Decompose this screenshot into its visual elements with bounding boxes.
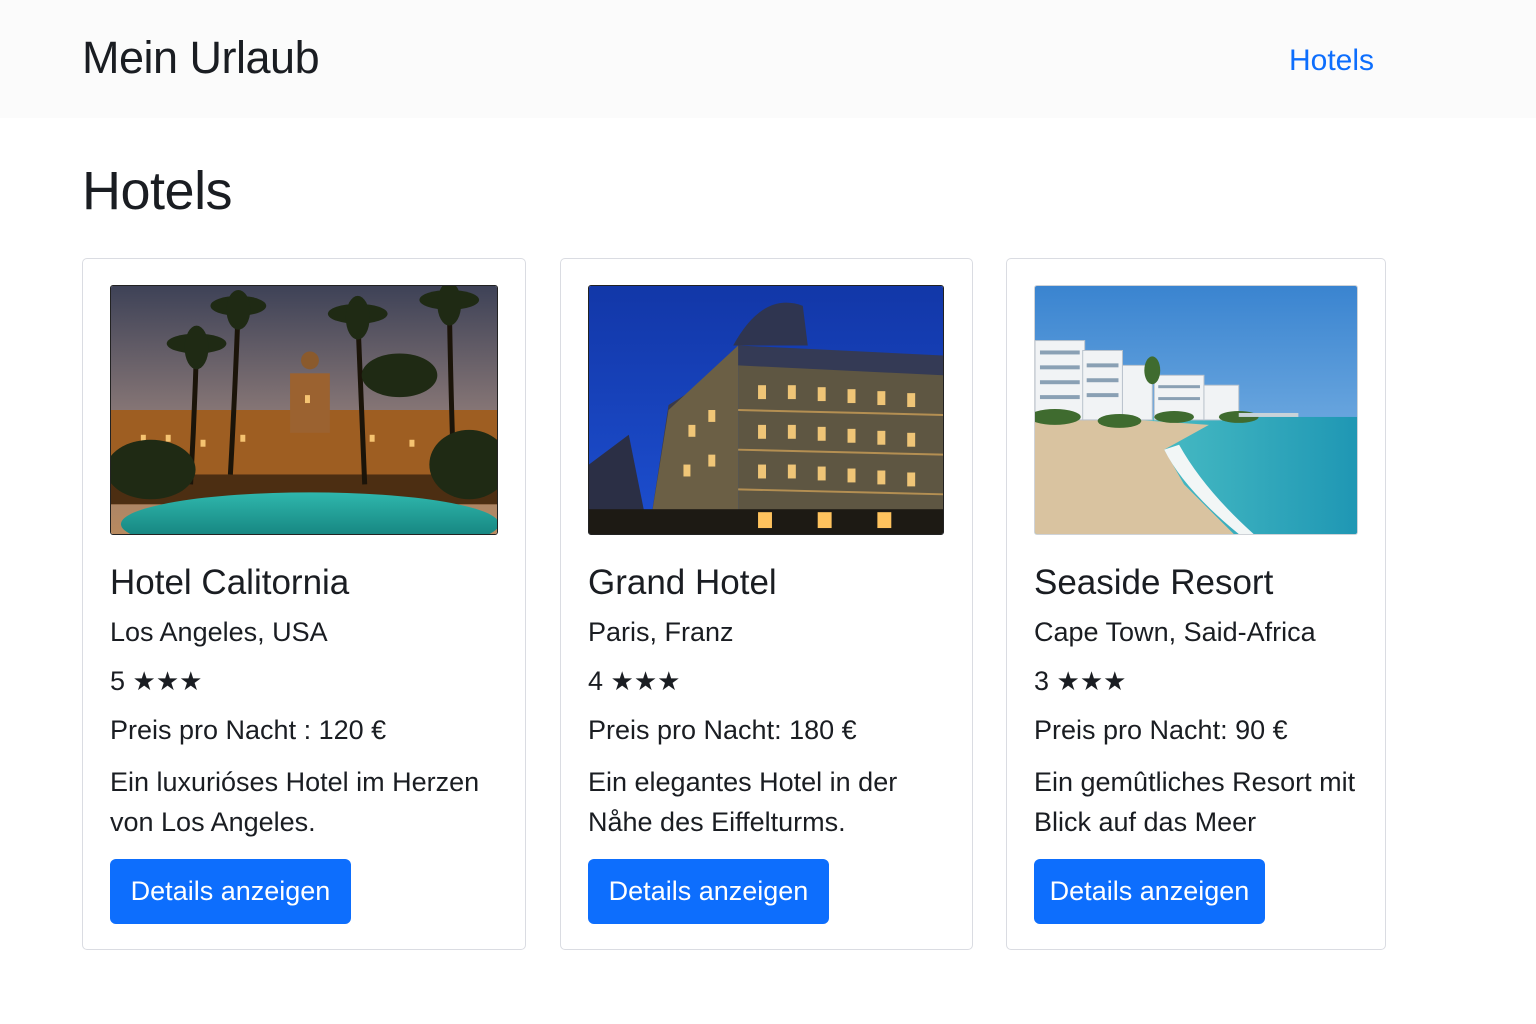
description-line: Ein gemûtliches Resort mit xyxy=(1034,767,1356,797)
description-line: von Los Angeles. xyxy=(110,807,316,837)
star-icons: ★★★ xyxy=(610,667,681,697)
hotel-card: Hotel Calitornia Los Angeles, USA 5 ★★★ … xyxy=(82,258,526,950)
hotel-image xyxy=(1034,285,1358,535)
star-icons: ★★★ xyxy=(132,667,203,697)
brand-logo[interactable]: Mein Urlaub xyxy=(82,30,320,86)
hotel-name: Seaside Resort xyxy=(1034,563,1274,602)
hotel-name: Hotel Calitornia xyxy=(110,563,350,602)
navbar: Mein Urlaub Hotels xyxy=(0,0,1536,118)
details-button[interactable]: Details anzeigen xyxy=(588,859,829,924)
description-line: Ein luxurióses Hotel im Herzen xyxy=(110,767,480,797)
hotel-card: Grand Hotel Paris, Franz 4 ★★★ Preis pro… xyxy=(560,258,973,950)
hotel-description: Ein luxurióses Hotel im Herzen von Los A… xyxy=(110,762,479,842)
hotel-image xyxy=(588,285,944,535)
hotel-rating: 4 ★★★ xyxy=(588,663,680,700)
description-line: Nåhe des Eiffelturms. xyxy=(588,807,846,837)
hotel-name: Grand Hotel xyxy=(588,563,777,602)
hotel-location: Los Angeles, USA xyxy=(110,617,328,647)
hotel-description: Ein elegantes Hotel in der Nåhe des Eiff… xyxy=(588,762,897,842)
hotel-description: Ein gemûtliches Resort mit Blick auf das… xyxy=(1034,762,1355,842)
hotel-image xyxy=(110,285,498,535)
nav-link-hotels[interactable]: Hotels xyxy=(1289,42,1374,80)
description-line: Blick auf das Meer xyxy=(1034,807,1257,837)
hotel-rating: 5 ★★★ xyxy=(110,663,202,700)
page-title: Hotels xyxy=(82,161,233,221)
rating-value: 3 xyxy=(1034,666,1050,696)
hotel-card: Seaside Resort Cape Town, Said-Africa 3 … xyxy=(1006,258,1386,950)
hotel-rating: 3 ★★★ xyxy=(1034,663,1126,700)
description-line: Ein elegantes Hotel in der xyxy=(588,767,898,797)
hotel-price: Preis pro Nacht: 180 € xyxy=(588,715,857,745)
hotel-price: Preis pro Nacht : 120 € xyxy=(110,715,387,745)
rating-value: 4 xyxy=(588,666,604,696)
hotel-location: Cape Town, Said-Africa xyxy=(1034,617,1316,647)
hotel-price: Preis pro Nacht: 90 € xyxy=(1034,715,1288,745)
details-button[interactable]: Details anzeigen xyxy=(110,859,351,924)
star-icons: ★★★ xyxy=(1056,667,1127,697)
details-button[interactable]: Details anzeigen xyxy=(1034,859,1265,924)
hotel-location: Paris, Franz xyxy=(588,617,734,647)
rating-value: 5 xyxy=(110,666,126,696)
